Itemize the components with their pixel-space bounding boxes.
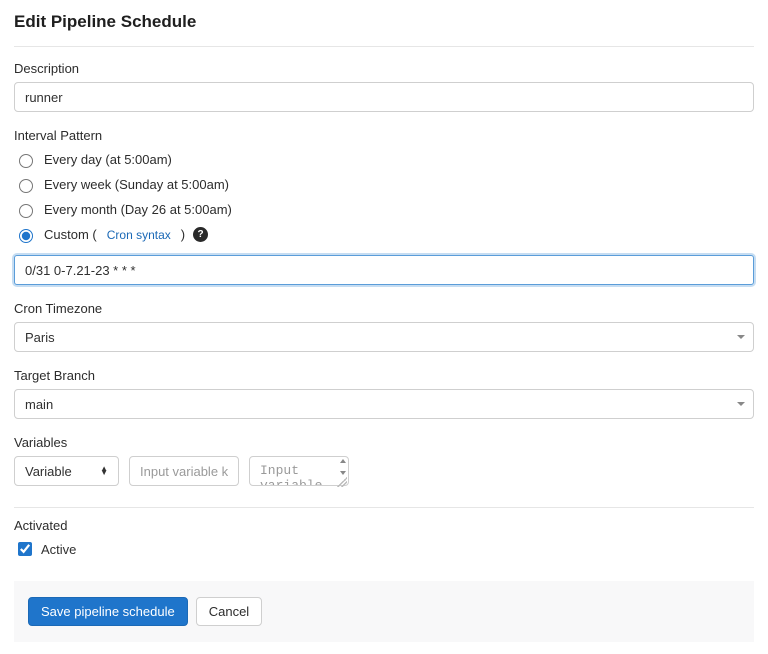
description-label: Description (14, 61, 754, 76)
cron-input[interactable] (14, 255, 754, 285)
variable-type-select[interactable]: Variable ▲▼ (14, 456, 119, 486)
interval-group: Interval Pattern Every day (at 5:00am) E… (14, 128, 754, 285)
interval-option-daily[interactable]: Every day (at 5:00am) (14, 149, 754, 174)
variables-label: Variables (14, 435, 754, 450)
description-group: Description (14, 61, 754, 112)
timezone-value: Paris (25, 330, 55, 345)
scroll-hint-icon (340, 459, 346, 475)
active-checkbox[interactable] (18, 542, 32, 556)
page-title: Edit Pipeline Schedule (14, 12, 754, 32)
interval-label: Interval Pattern (14, 128, 754, 143)
interval-option-weekly-label: Every week (Sunday at 5:00am) (44, 177, 229, 192)
divider (14, 46, 754, 47)
cron-syntax-link[interactable]: Cron syntax (107, 228, 171, 242)
active-checkbox-row[interactable]: Active (14, 539, 754, 559)
description-input[interactable] (14, 82, 754, 112)
timezone-label: Cron Timezone (14, 301, 754, 316)
activated-group: Activated Active (14, 518, 754, 559)
interval-option-daily-label: Every day (at 5:00am) (44, 152, 172, 167)
chevron-down-icon (737, 335, 745, 339)
active-checkbox-label: Active (41, 542, 76, 557)
interval-option-monthly[interactable]: Every month (Day 26 at 5:00am) (14, 199, 754, 224)
save-button[interactable]: Save pipeline schedule (28, 597, 188, 626)
branch-value: main (25, 397, 53, 412)
help-icon[interactable]: ? (193, 227, 208, 242)
variable-type-value: Variable (25, 464, 72, 479)
interval-custom-suffix: ) (181, 227, 185, 242)
form-footer: Save pipeline schedule Cancel (14, 581, 754, 642)
variable-key-input[interactable] (129, 456, 239, 486)
interval-option-monthly-label: Every month (Day 26 at 5:00am) (44, 202, 232, 217)
variable-value-input[interactable] (249, 456, 349, 486)
branch-label: Target Branch (14, 368, 754, 383)
timezone-select[interactable]: Paris (14, 322, 754, 352)
branch-select[interactable]: main (14, 389, 754, 419)
sort-arrows-icon: ▲▼ (100, 467, 108, 475)
interval-radio-monthly[interactable] (19, 204, 33, 218)
interval-radio-daily[interactable] (19, 154, 33, 168)
variables-group: Variables Variable ▲▼ (14, 435, 754, 489)
interval-option-custom[interactable]: Custom ( Cron syntax ) ? (14, 224, 754, 249)
divider (14, 507, 754, 508)
activated-label: Activated (14, 518, 754, 533)
cancel-button[interactable]: Cancel (196, 597, 262, 626)
interval-custom-prefix: Custom ( (44, 227, 97, 242)
interval-radio-custom[interactable] (19, 229, 33, 243)
interval-radio-weekly[interactable] (19, 179, 33, 193)
branch-group: Target Branch main (14, 368, 754, 419)
chevron-down-icon (737, 402, 745, 406)
interval-option-weekly[interactable]: Every week (Sunday at 5:00am) (14, 174, 754, 199)
timezone-group: Cron Timezone Paris (14, 301, 754, 352)
